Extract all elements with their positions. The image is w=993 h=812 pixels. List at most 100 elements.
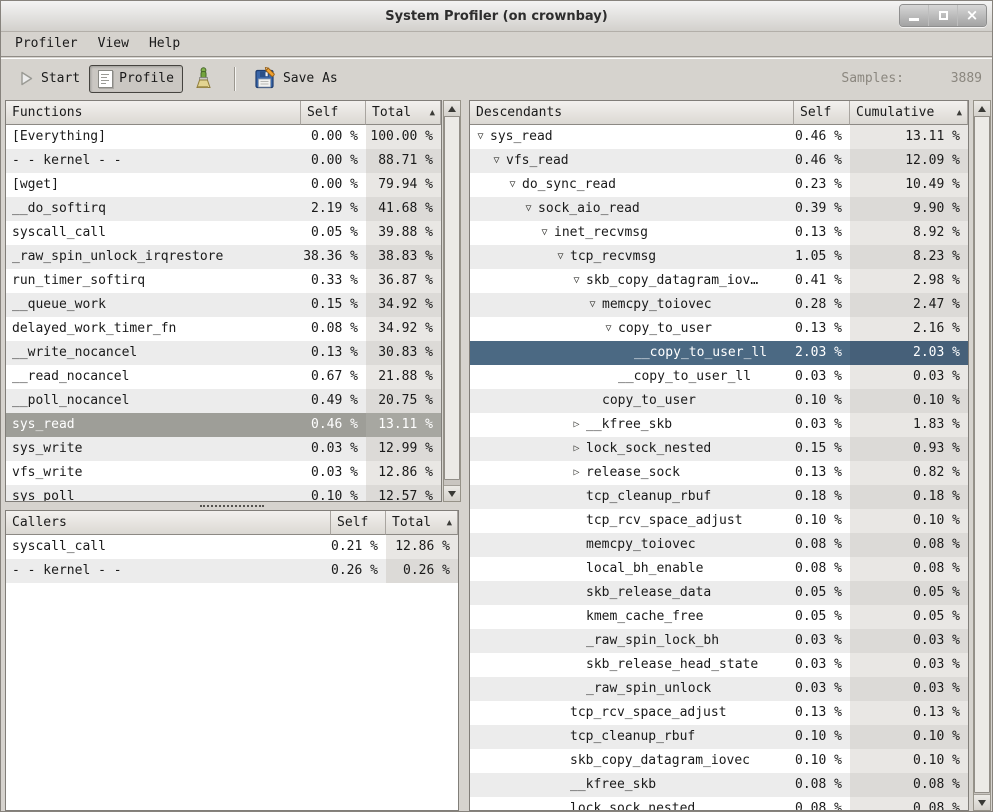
column-header-callers[interactable]: Callers [6, 511, 331, 535]
tree-row-lock_sock_nested[interactable]: ▷lock_sock_nested0.15 %0.93 % [470, 437, 968, 461]
column-header-total[interactable]: Total▲ [386, 511, 458, 535]
table-row-- - kernel - -[interactable]: - - kernel - -0.00 %88.71 % [6, 149, 441, 173]
pane-splitter[interactable] [5, 502, 459, 509]
save-as-button[interactable]: Save As [245, 62, 347, 95]
menu-item-profiler[interactable]: Profiler [5, 31, 88, 56]
tree-row-tcp_cleanup_rbuf[interactable]: tcp_cleanup_rbuf0.18 %0.18 % [470, 485, 968, 509]
tree-row-skb_copy_datagram_iov…[interactable]: ▽skb_copy_datagram_iov…0.41 %2.98 % [470, 269, 968, 293]
tree-row-tcp_rcv_space_adjust[interactable]: tcp_rcv_space_adjust0.13 %0.13 % [470, 701, 968, 725]
start-button[interactable]: Start [9, 65, 89, 92]
column-header-total[interactable]: Total▲ [366, 101, 441, 125]
tree-row-skb_release_data[interactable]: skb_release_data0.05 %0.05 % [470, 581, 968, 605]
table-row-[wget][interactable]: [wget]0.00 %79.94 % [6, 173, 441, 197]
tree-row-_raw_spin_lock_bh[interactable]: _raw_spin_lock_bh0.03 %0.03 % [470, 629, 968, 653]
tree-row-skb_copy_datagram_iovec[interactable]: skb_copy_datagram_iovec0.10 %0.10 % [470, 749, 968, 773]
tree-row-tcp_cleanup_rbuf[interactable]: tcp_cleanup_rbuf0.10 %0.10 % [470, 725, 968, 749]
expander-open-icon[interactable]: ▽ [570, 269, 583, 293]
tree-row-local_bh_enable[interactable]: local_bh_enable0.08 %0.08 % [470, 557, 968, 581]
table-row-vfs_write[interactable]: vfs_write0.03 %12.86 % [6, 461, 441, 485]
table-row-__read_nocancel[interactable]: __read_nocancel0.67 %21.88 % [6, 365, 441, 389]
column-header-self[interactable]: Self [331, 511, 386, 535]
expander-open-icon[interactable]: ▽ [506, 173, 519, 197]
scrollbar-thumb[interactable] [974, 116, 990, 793]
scroll-down-button[interactable] [444, 485, 460, 501]
tree-row-__kfree_skb[interactable]: ▷__kfree_skb0.03 %1.83 % [470, 413, 968, 437]
functions-pane: FunctionsSelfTotal▲ [Everything]0.00 %10… [5, 100, 442, 502]
expander-open-icon[interactable]: ▽ [602, 317, 615, 341]
tree-row-__copy_to_user_ll[interactable]: __copy_to_user_ll2.03 %2.03 % [470, 341, 968, 365]
tree-row-tcp_rcv_space_adjust[interactable]: tcp_rcv_space_adjust0.10 %0.10 % [470, 509, 968, 533]
expander-collapsed-icon[interactable]: ▷ [570, 437, 583, 461]
reset-button[interactable] [183, 62, 224, 95]
expander-open-icon[interactable]: ▽ [474, 125, 487, 149]
window-controls: × [899, 4, 987, 27]
tree-row-kmem_cache_free[interactable]: kmem_cache_free0.05 %0.05 % [470, 605, 968, 629]
tree-row-vfs_read[interactable]: ▽vfs_read0.46 %12.09 % [470, 149, 968, 173]
tree-row-skb_release_head_state[interactable]: skb_release_head_state0.03 %0.03 % [470, 653, 968, 677]
tree-row-__copy_to_user_ll[interactable]: __copy_to_user_ll0.03 %0.03 % [470, 365, 968, 389]
tree-row-release_sock[interactable]: ▷release_sock0.13 %0.82 % [470, 461, 968, 485]
cell-self-percent: 0.10 % [301, 485, 366, 501]
close-button[interactable]: × [957, 5, 986, 26]
cell-self-percent: 0.49 % [301, 389, 366, 413]
tree-row-lock_sock_nested[interactable]: lock_sock_nested0.08 %0.08 % [470, 797, 968, 810]
save-as-button-label: Save As [283, 71, 338, 86]
descendants-vertical-scrollbar[interactable] [973, 100, 991, 811]
profile-toggle-button[interactable]: Profile [89, 65, 183, 93]
scrollbar-thumb[interactable] [444, 116, 460, 480]
tree-row-sock_aio_read[interactable]: ▽sock_aio_read0.39 %9.90 % [470, 197, 968, 221]
cell-total-percent: 12.86 % [386, 535, 458, 559]
expander-open-icon[interactable]: ▽ [586, 293, 599, 317]
tree-row-do_sync_read[interactable]: ▽do_sync_read0.23 %10.49 % [470, 173, 968, 197]
tree-row-_raw_spin_unlock[interactable]: _raw_spin_unlock0.03 %0.03 % [470, 677, 968, 701]
tree-row-copy_to_user[interactable]: ▽copy_to_user0.13 %2.16 % [470, 317, 968, 341]
tree-row-copy_to_user[interactable]: copy_to_user0.10 %0.10 % [470, 389, 968, 413]
column-header-functions[interactable]: Functions [6, 101, 301, 125]
maximize-button[interactable] [928, 5, 957, 26]
tree-row-inet_recvmsg[interactable]: ▽inet_recvmsg0.13 %8.92 % [470, 221, 968, 245]
table-row-- - kernel - -[interactable]: - - kernel - -0.26 %0.26 % [6, 559, 458, 583]
table-row-__queue_work[interactable]: __queue_work0.15 %34.92 % [6, 293, 441, 317]
tree-row-memcpy_toiovec[interactable]: memcpy_toiovec0.08 %0.08 % [470, 533, 968, 557]
column-header-self[interactable]: Self [301, 101, 366, 125]
table-row-syscall_call[interactable]: syscall_call0.21 %12.86 % [6, 535, 458, 559]
table-row-sys_read[interactable]: sys_read0.46 %13.11 % [6, 413, 441, 437]
column-header-self[interactable]: Self [794, 101, 850, 125]
table-row-run_timer_softirq[interactable]: run_timer_softirq0.33 %36.87 % [6, 269, 441, 293]
minimize-button[interactable] [900, 5, 928, 26]
expander-open-icon[interactable]: ▽ [490, 149, 503, 173]
table-row-_raw_spin_unlock_irqrestore[interactable]: _raw_spin_unlock_irqrestore38.36 %38.83 … [6, 245, 441, 269]
table-row-sys_poll[interactable]: sys_poll0.10 %12.57 % [6, 485, 441, 501]
column-header-descendants[interactable]: Descendants [470, 101, 794, 125]
scroll-down-button[interactable] [974, 794, 990, 810]
scroll-up-button[interactable] [974, 101, 990, 117]
table-row-__write_nocancel[interactable]: __write_nocancel0.13 %30.83 % [6, 341, 441, 365]
table-row-sys_write[interactable]: sys_write0.03 %12.99 % [6, 437, 441, 461]
expander-collapsed-icon[interactable]: ▷ [570, 413, 583, 437]
tree-row-sys_read[interactable]: ▽sys_read0.46 %13.11 % [470, 125, 968, 149]
expander-open-icon[interactable]: ▽ [538, 221, 551, 245]
table-row-syscall_call[interactable]: syscall_call0.05 %39.88 % [6, 221, 441, 245]
column-label: Self [337, 515, 368, 530]
cell-self-percent: 0.21 % [331, 535, 386, 559]
table-row-[Everything][interactable]: [Everything]0.00 %100.00 % [6, 125, 441, 149]
sort-ascending-icon: ▲ [957, 108, 967, 118]
menu-item-help[interactable]: Help [139, 31, 190, 56]
cell-function-name: skb_release_data [470, 581, 794, 605]
column-header-cumulative[interactable]: Cumulative▲ [850, 101, 968, 125]
expander-open-icon[interactable]: ▽ [522, 197, 535, 221]
table-row-__poll_nocancel[interactable]: __poll_nocancel0.49 %20.75 % [6, 389, 441, 413]
menu-item-view[interactable]: View [88, 31, 139, 56]
cell-self-percent: 0.13 % [794, 221, 850, 245]
title-bar[interactable]: System Profiler (on crownbay) × [1, 1, 992, 32]
expander-collapsed-icon[interactable]: ▷ [570, 461, 583, 485]
table-row-delayed_work_timer_fn[interactable]: delayed_work_timer_fn0.08 %34.92 % [6, 317, 441, 341]
functions-vertical-scrollbar[interactable] [443, 100, 461, 502]
scroll-up-button[interactable] [444, 101, 460, 117]
expander-open-icon[interactable]: ▽ [554, 245, 567, 269]
table-row-__do_softirq[interactable]: __do_softirq2.19 %41.68 % [6, 197, 441, 221]
window-title: System Profiler (on crownbay) [385, 9, 607, 24]
tree-row-tcp_recvmsg[interactable]: ▽tcp_recvmsg1.05 %8.23 % [470, 245, 968, 269]
tree-row-memcpy_toiovec[interactable]: ▽memcpy_toiovec0.28 %2.47 % [470, 293, 968, 317]
tree-row-__kfree_skb[interactable]: __kfree_skb0.08 %0.08 % [470, 773, 968, 797]
